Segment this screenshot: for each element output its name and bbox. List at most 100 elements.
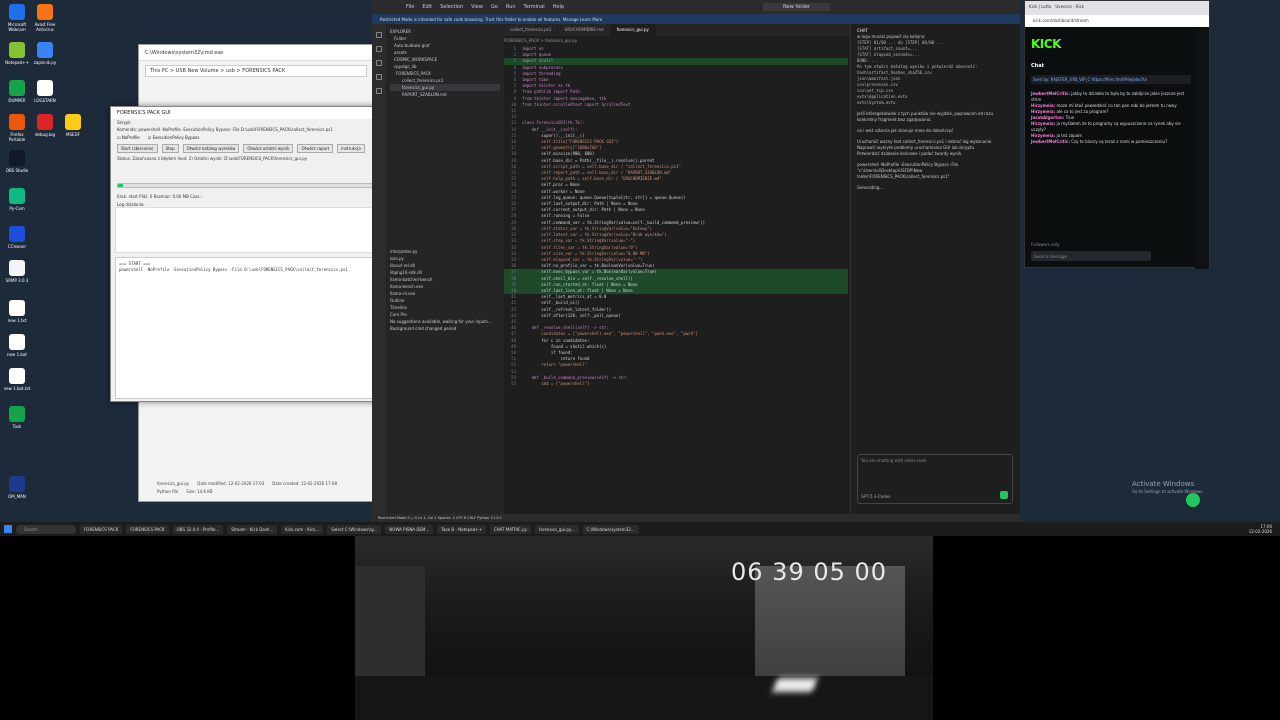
desktop-icon[interactable]: Notepad++: [2, 42, 32, 65]
tree-item[interactable]: Outline: [390, 297, 500, 304]
editor-tab[interactable]: forensics_gui.py: [610, 24, 656, 36]
menu-item[interactable]: File: [406, 4, 414, 10]
tree-item[interactable]: cpyalgo_lib: [390, 63, 500, 70]
tree-item[interactable]: libpng16-sdk.dll: [390, 269, 500, 276]
tree-item[interactable]: Auto budowa graf: [390, 42, 500, 49]
taskbar-app[interactable]: FORENSICS PACK: [80, 524, 123, 534]
taskbar-app[interactable]: FORENSICS PACK: [126, 524, 169, 534]
send-message-input[interactable]: Send a message: [1031, 251, 1151, 261]
desktop-icon[interactable]: new 1.bat: [2, 334, 32, 357]
open-output-button[interactable]: Otwórz katalog wyników: [182, 144, 240, 153]
taskbar-app[interactable]: Kick.com - Kick...: [281, 524, 324, 534]
bypass-checkbox[interactable]: ☑ ExecutionPolicy Bypass: [148, 135, 200, 140]
desktop-icon[interactable]: new 1.txt: [2, 300, 32, 323]
desktop-icon[interactable]: OM_MAN: [2, 476, 32, 499]
desktop-icon[interactable]: Task: [2, 406, 32, 429]
explorer-address-bar[interactable]: This PC > USB New Volume > usb > FORENSI…: [145, 65, 367, 77]
vscode-search-box[interactable]: New folder: [762, 3, 830, 11]
editor-tab[interactable]: URUCHOMIENIE.md: [558, 24, 611, 36]
desktop-icon[interactable]: OBS Studio: [2, 150, 32, 173]
restricted-mode-notice[interactable]: Restricted Mode is intended for safe cod…: [372, 14, 1020, 24]
desktop-icon[interactable]: CCleaner: [2, 226, 32, 249]
command-value[interactable]: powershell -NoProfile -ExecutionPolicy B…: [138, 127, 332, 132]
open-latest-button[interactable]: Otwórz ostatni wynik: [243, 144, 294, 153]
taskbar-app[interactable]: CHAT MATRIC.py: [489, 524, 532, 534]
explorer-file-details[interactable]: forensics_gui.py Date modified: 12-02-20…: [157, 481, 367, 486]
kick-username[interactable]: Hirzymeia:: [1031, 133, 1055, 138]
obs-tray-icon[interactable]: [1186, 493, 1200, 507]
pinned-message[interactable]: Sent by: RAJSTER_SYB_VIP_C https://files…: [1031, 75, 1191, 84]
desktop-icon[interactable]: Avast Free Antivirus: [30, 4, 60, 32]
explorer-icon[interactable]: [376, 32, 382, 38]
desktop-icon[interactable]: MSEDF: [58, 114, 88, 137]
search-icon[interactable]: [376, 46, 382, 52]
menu-item[interactable]: Selection: [440, 4, 463, 10]
taskbar-app[interactable]: NOWA PISNA DEM...: [385, 524, 434, 534]
open-report-button[interactable]: Otwórz raport: [297, 144, 334, 153]
code-editor[interactable]: 1 import os 2 import queue 3 import shutil 4 im…: [504, 46, 848, 510]
taskbar-app[interactable]: OBS 32.0.4 - Profile...: [172, 524, 224, 534]
kick-username[interactable]: Hirzymeia:: [1031, 121, 1055, 126]
tree-item[interactable]: forensics_gui.py: [390, 84, 500, 91]
tree-item[interactable]: Background cmd changed period: [390, 325, 500, 332]
taskbar-app[interactable]: Stream - Kick Dash...: [227, 524, 278, 534]
tree-item[interactable]: Folder: [390, 35, 500, 42]
start-button[interactable]: Start (zbieranie): [117, 144, 158, 153]
menu-item[interactable]: View: [471, 4, 483, 10]
kick-username[interactable]: Hirzymeia:: [1031, 109, 1055, 114]
kick-username[interactable]: Hirzymeia:: [1031, 103, 1055, 108]
kick-username[interactable]: JewbertMelCritic:: [1031, 139, 1070, 144]
editor-tab[interactable]: collect_forensics.ps1: [504, 24, 559, 36]
tree-item[interactable]: llama-cli.exe: [390, 290, 500, 297]
taskbar-app[interactable]: C:\Windows\system32...: [582, 524, 639, 534]
menu-item[interactable]: Terminal: [524, 4, 545, 10]
source-control-icon[interactable]: [376, 60, 382, 66]
extensions-icon[interactable]: [376, 88, 382, 94]
desktop-icon[interactable]: zapisnik.py: [30, 42, 60, 65]
menu-item[interactable]: Go: [491, 4, 498, 10]
help-button[interactable]: Instrukcja: [337, 144, 365, 153]
url-bar[interactable]: kick.com/dashboard/stream: [1025, 15, 1209, 27]
tree-item[interactable]: FORENSICS_PACK: [390, 70, 500, 77]
kick-username[interactable]: JacobAlgorton:: [1031, 115, 1064, 120]
tree-item[interactable]: interpreter.py: [390, 248, 500, 255]
clock[interactable]: 17:06 12-02-2026: [1249, 524, 1272, 534]
tree-item[interactable]: libcurl-rel.dll: [390, 262, 500, 269]
desktop-icon[interactable]: LOGSTARN: [30, 80, 60, 103]
taskbar-app[interactable]: forensics_gui.py...: [535, 524, 579, 534]
start-button[interactable]: [4, 525, 12, 533]
taskbar-app[interactable]: Select C:\Windows\sy...: [327, 524, 382, 534]
desktop-icon[interactable]: debug.log: [30, 114, 60, 137]
desktop-icon[interactable]: Py-Cam: [2, 188, 32, 211]
run-debug-icon[interactable]: [376, 74, 382, 80]
desktop-icon[interactable]: Microsoft Webcam: [2, 4, 32, 32]
desktop-icon[interactable]: DUMPER: [2, 80, 32, 103]
stop-button[interactable]: Stop: [161, 144, 179, 153]
browser-tab-1[interactable]: Kick | Lotto: [1029, 4, 1051, 12]
desktop-icon[interactable]: Firefox Portable: [2, 114, 32, 142]
tree-item[interactable]: COSMIC_WORKSPACE: [390, 56, 500, 63]
menu-item[interactable]: Edit: [422, 4, 432, 10]
browser-tab-2[interactable]: Uvecera - Kick: [1055, 4, 1084, 12]
desktop-icon[interactable]: SRMP 3.0.3: [2, 260, 32, 283]
noprofile-checkbox[interactable]: ☑ NoProfile: [117, 135, 140, 140]
tree-item[interactable]: loss.py: [390, 255, 500, 262]
tree-item[interactable]: llama-batched-bench: [390, 276, 500, 283]
menu-item[interactable]: Help: [553, 4, 564, 10]
tree-item[interactable]: No suggestions available, waiting for yo…: [390, 318, 500, 325]
taskbar-search[interactable]: Search: [16, 524, 76, 534]
desktop-icon[interactable]: new 1.bat.txt: [2, 368, 32, 391]
chat-input[interactable]: You are chatting with notes code GPT-5.3…: [857, 454, 1013, 504]
tree-item[interactable]: llama-bench.exe: [390, 283, 500, 290]
tree-item[interactable]: Core Pro: [390, 311, 500, 318]
breadcrumb[interactable]: FORENSICS_PACK > forensics_gui.py: [504, 38, 577, 43]
model-selector[interactable]: GPT-5.3-Codex: [861, 494, 890, 500]
menu-item[interactable]: Run: [506, 4, 516, 10]
tree-item[interactable]: Timeline: [390, 304, 500, 311]
taskbar-app[interactable]: Taxe B - Notepad++: [437, 524, 486, 534]
kick-username[interactable]: JewbertMelCritic:: [1031, 91, 1070, 96]
tree-item[interactable]: collect_forensics.ps1: [390, 77, 500, 84]
send-button[interactable]: [1000, 491, 1008, 499]
tree-item[interactable]: RAPORT_SZABLON.md: [390, 91, 500, 98]
tree-item[interactable]: assets: [390, 49, 500, 56]
